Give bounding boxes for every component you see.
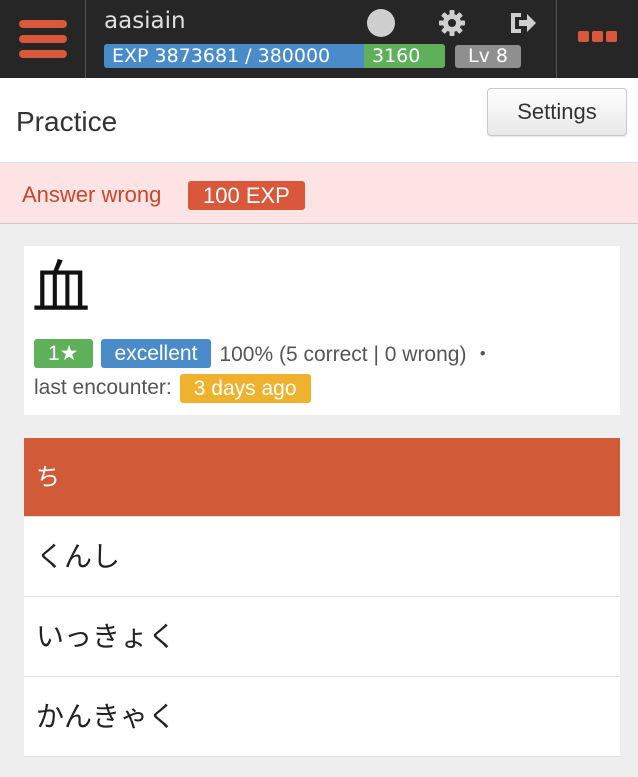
menu-icon — [19, 50, 67, 58]
answer-option-wrong[interactable]: ち — [24, 438, 620, 517]
menu-icon — [19, 35, 67, 43]
gear-icon[interactable] — [437, 8, 467, 38]
page-title: Practice — [16, 106, 118, 137]
alert-text: Answer wrong — [22, 182, 162, 207]
level-badge: Lv 8 — [455, 45, 521, 68]
last-encounter-label: last encounter: — [34, 376, 172, 399]
status-circle-icon[interactable] — [366, 8, 396, 38]
exp-progress: EXP 3873681 / 380000 3160 — [104, 44, 445, 68]
answer-option[interactable]: くんし — [24, 517, 620, 597]
top-bar: aasiain EXP 3873681 / 380000 3160 Lv 8 — [0, 0, 638, 78]
hamburger-menu-button[interactable] — [0, 0, 86, 78]
exp-counter: EXP 3873681 / 380000 — [104, 44, 364, 68]
more-icon — [578, 31, 589, 42]
kanji-character: 血 — [32, 254, 91, 322]
more-icon — [592, 31, 603, 42]
logout-icon[interactable] — [508, 8, 538, 38]
answer-list: ち くんし いっきょく かんきゃく — [24, 438, 620, 757]
exp-bonus: 3160 — [364, 44, 445, 68]
answer-option[interactable]: いっきょく — [24, 597, 620, 677]
result-alert: Answer wrong 100 EXP — [0, 164, 638, 224]
page-header: Practice Settings — [0, 78, 638, 163]
more-icon — [606, 31, 617, 42]
exp-badge: 100 EXP — [188, 181, 305, 210]
more-options-button[interactable] — [556, 0, 638, 78]
kanji-card: 血 1★ excellent 100% (5 correct | 0 wrong… — [24, 246, 620, 415]
answer-option[interactable]: かんきゃく — [24, 677, 620, 757]
last-encounter-badge: 3 days ago — [179, 373, 311, 403]
stars-badge: 1★ — [34, 338, 93, 368]
menu-icon — [19, 20, 67, 28]
settings-button[interactable]: Settings — [487, 88, 627, 136]
username: aasiain — [104, 8, 186, 34]
accuracy-text: 100% (5 correct | 0 wrong) ・ — [219, 343, 494, 366]
rating-badge: excellent — [100, 338, 212, 368]
last-encounter-row: last encounter: 3 days ago — [34, 373, 319, 403]
stats-row: 1★ excellent 100% (5 correct | 0 wrong) … — [34, 338, 493, 368]
